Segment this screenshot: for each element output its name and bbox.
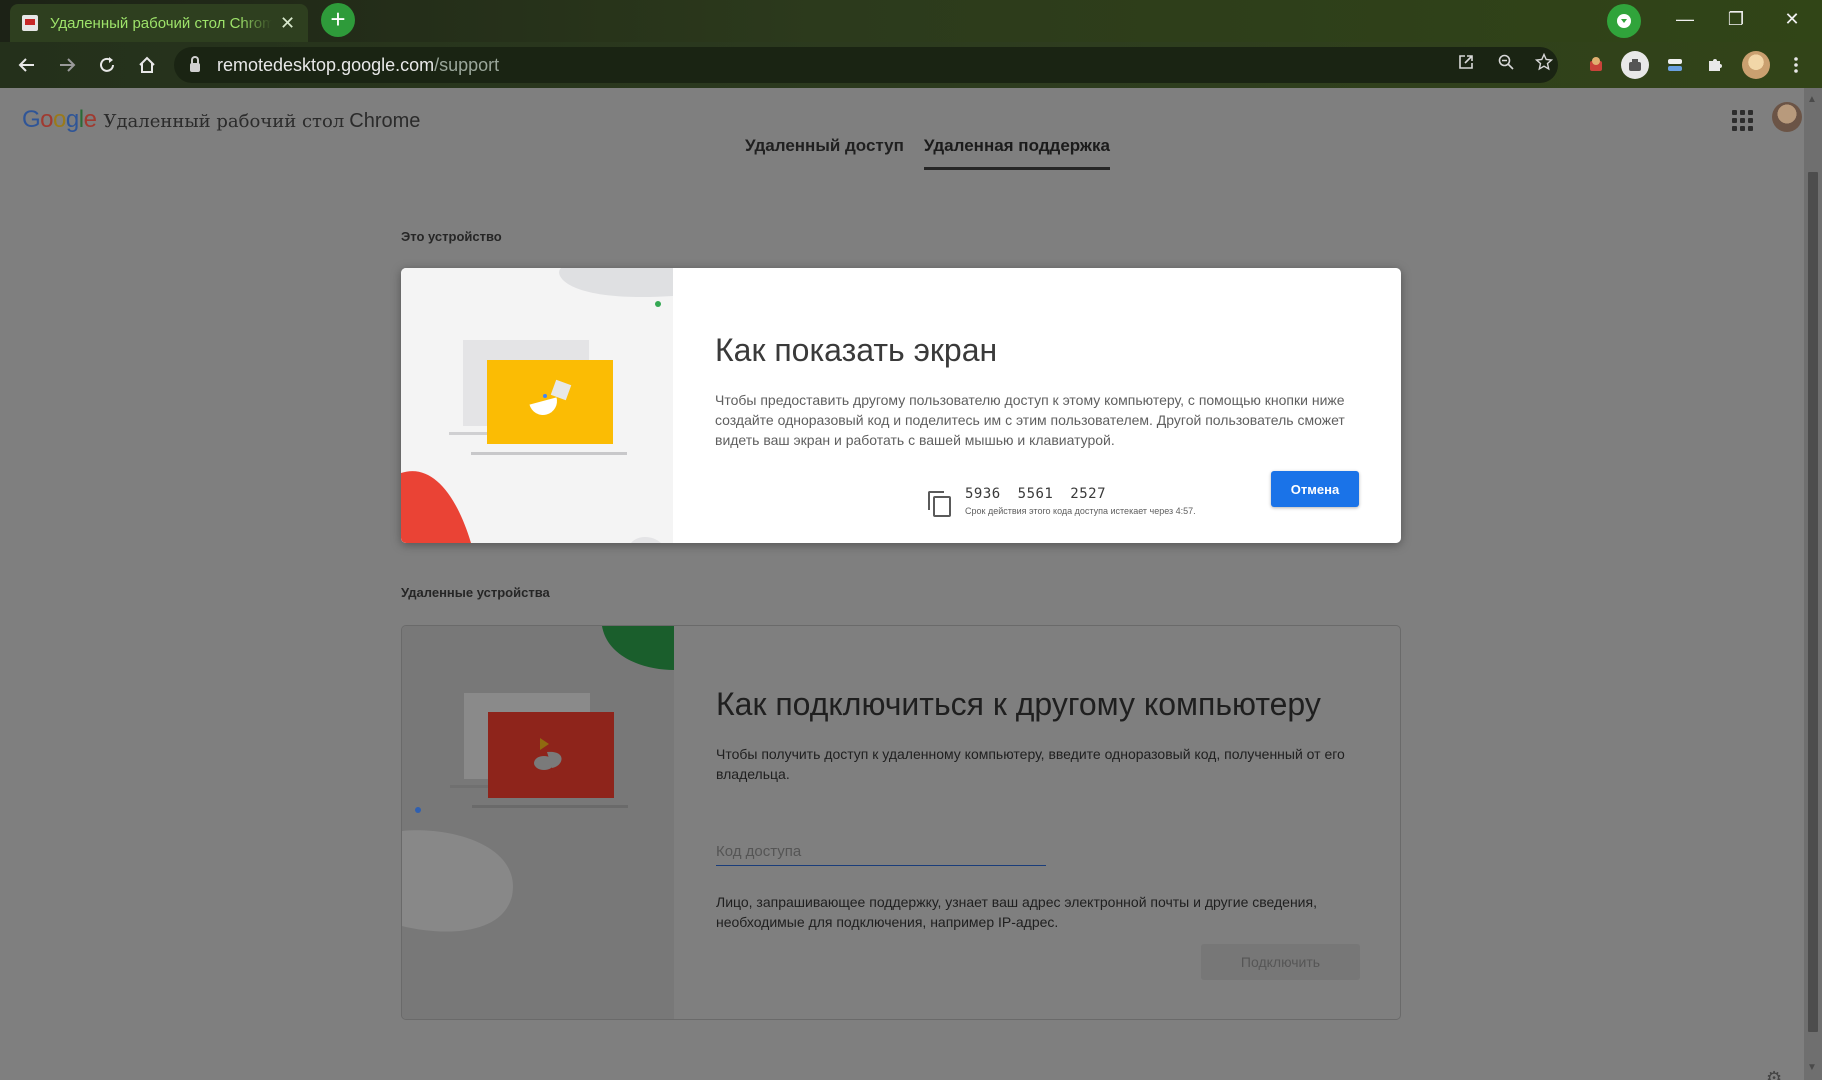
account-avatar[interactable] <box>1772 102 1802 132</box>
remote-desktop-favicon-icon <box>22 15 38 31</box>
menu-icon[interactable] <box>1782 51 1810 79</box>
extension-stack-icon[interactable] <box>1661 51 1689 79</box>
connect-notice: Лицо, запрашивающее поддержку, узнает ва… <box>716 894 1317 930</box>
browser-tab[interactable]: Удаленный рабочий стол Chrome ✕ <box>10 4 308 42</box>
code-expire-text: Срок действия этого кода доступа истекае… <box>965 506 1196 516</box>
share-title: Как показать экран <box>715 332 998 368</box>
back-icon[interactable] <box>12 50 42 80</box>
scroll-down-icon[interactable]: ▼ <box>1807 1062 1817 1073</box>
connect-illustration <box>402 626 674 1019</box>
browser-tabstrip: Удаленный рабочий стол Chrome ✕ + — ❐ ✕ <box>0 0 1822 42</box>
scrollbar-thumb[interactable] <box>1808 172 1818 1032</box>
url-host: remotedesktop.google.com <box>217 54 435 75</box>
scroll-up-icon[interactable]: ▲ <box>1807 94 1817 105</box>
browser-toolbar: remotedesktop.google.com/support <box>0 42 1822 88</box>
connect-card: Как подключиться к другому компьютеру Чт… <box>401 625 1401 1020</box>
page-content: Google Удаленный рабочий стол Chrome Уда… <box>0 88 1804 1080</box>
product-suffix: Chrome <box>349 110 421 132</box>
access-code-input[interactable] <box>716 838 1046 866</box>
lock-icon <box>190 56 200 72</box>
cancel-button[interactable]: Отмена <box>1271 471 1359 507</box>
download-extension-icon[interactable] <box>1607 4 1641 38</box>
profile-avatar-icon[interactable] <box>1742 51 1770 79</box>
access-code[interactable]: 5936 5561 2527 <box>965 486 1196 502</box>
product-name: Удаленный рабочий стол <box>103 111 345 132</box>
extension-icon[interactable] <box>1582 51 1610 79</box>
page-scrollbar[interactable]: ▲ ▼ <box>1804 88 1822 1080</box>
bookmark-star-icon[interactable] <box>1532 52 1556 77</box>
zoom-icon[interactable] <box>1494 53 1518 77</box>
copy-icon[interactable] <box>927 490 951 517</box>
connect-card-body: Как подключиться к другому компьютеру Чт… <box>716 684 1360 784</box>
forward-icon[interactable] <box>52 50 82 80</box>
minimize-button[interactable]: — <box>1665 4 1705 34</box>
access-code-block: 5936 5561 2527 Срок действия этого кода … <box>927 486 1196 517</box>
share-description: Чтобы предоставить другому пользователю … <box>715 392 1345 448</box>
tab-remote-access[interactable]: Удаленный доступ <box>745 128 904 170</box>
close-window-button[interactable]: ✕ <box>1772 4 1812 34</box>
section-label-this-device: Это устройство <box>401 229 502 244</box>
connect-button[interactable]: Подключить <box>1201 944 1360 980</box>
connect-title: Как подключиться к другому компьютеру <box>716 686 1321 722</box>
tab-title: Удаленный рабочий стол Chrome <box>50 14 272 32</box>
share-screen-card: Как показать экран Чтобы предоставить др… <box>401 268 1401 543</box>
new-tab-button[interactable]: + <box>321 3 355 37</box>
tab-close-icon[interactable]: ✕ <box>280 13 295 34</box>
section-label-remote-devices: Удаленные устройства <box>401 585 550 600</box>
google-logo: Google <box>22 106 97 133</box>
connect-description: Чтобы получить доступ к удаленному компь… <box>716 746 1345 782</box>
settings-gear-icon[interactable]: ⚙ <box>1766 1068 1782 1080</box>
tab-remote-support[interactable]: Удаленная поддержка <box>923 128 1110 170</box>
google-apps-icon[interactable] <box>1730 108 1753 131</box>
home-icon[interactable] <box>132 50 162 80</box>
share-card-body: Как показать экран Чтобы предоставить др… <box>715 330 1361 450</box>
extension-badge-icon[interactable] <box>1621 51 1649 79</box>
open-in-app-icon[interactable] <box>1454 53 1478 77</box>
restore-button[interactable]: ❐ <box>1716 4 1756 34</box>
puzzle-icon[interactable] <box>1701 51 1729 79</box>
mode-tabs: Удаленный доступ Удаленная поддержка <box>745 128 1110 170</box>
app-brand[interactable]: Google Удаленный рабочий стол Chrome <box>22 106 420 134</box>
reload-icon[interactable] <box>92 50 122 80</box>
share-illustration <box>401 268 673 543</box>
address-bar[interactable]: remotedesktop.google.com/support <box>174 47 1558 83</box>
url-path: /support <box>434 54 500 75</box>
